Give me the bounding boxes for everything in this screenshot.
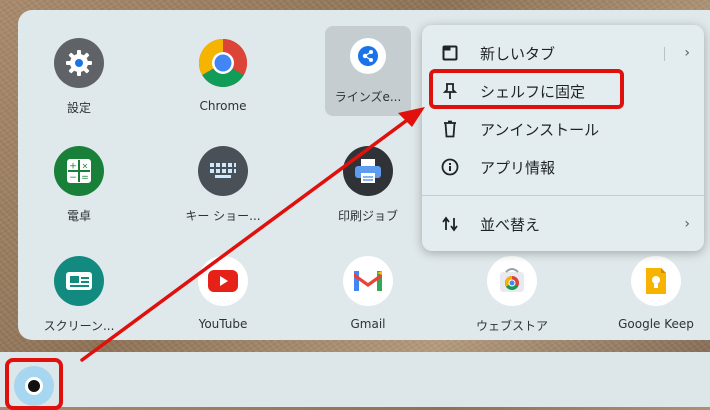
app-keyboard-shortcuts[interactable]: キー ショー... bbox=[163, 146, 283, 224]
menu-item-sort[interactable]: 並べ替え › bbox=[422, 206, 704, 242]
menu-item-app-info[interactable]: アプリ情報 bbox=[422, 149, 704, 185]
app-label: キー ショー... bbox=[185, 209, 261, 223]
submenu-divider bbox=[664, 47, 665, 61]
svg-text:−: − bbox=[69, 173, 77, 183]
app-screencast[interactable]: スクリーン... bbox=[19, 256, 139, 334]
app-chrome[interactable]: Chrome bbox=[163, 38, 283, 113]
app-label: Gmail bbox=[350, 317, 386, 331]
printer-icon bbox=[343, 146, 393, 196]
chevron-right-icon: › bbox=[684, 45, 690, 61]
screencast-icon bbox=[54, 256, 104, 306]
menu-divider bbox=[422, 195, 704, 196]
menu-item-label: アンインストール bbox=[480, 120, 600, 139]
share-molecule-icon bbox=[350, 38, 386, 74]
highlight-launcher-button bbox=[5, 358, 63, 410]
app-webstore[interactable]: ウェブストア bbox=[452, 256, 572, 334]
app-label: ラインズe... bbox=[334, 90, 402, 104]
chrome-icon bbox=[198, 38, 248, 88]
menu-item-uninstall[interactable]: アンインストール bbox=[422, 111, 704, 147]
webstore-icon bbox=[487, 256, 537, 306]
youtube-icon bbox=[198, 256, 248, 306]
svg-text:×: × bbox=[82, 162, 89, 171]
app-settings[interactable]: 設定 bbox=[19, 38, 139, 116]
app-gmail[interactable]: Gmail bbox=[308, 256, 428, 331]
chevron-right-icon: › bbox=[684, 216, 690, 232]
app-label: 設定 bbox=[66, 101, 91, 115]
sort-icon bbox=[440, 214, 460, 234]
app-print-jobs[interactable]: 印刷ジョブ bbox=[308, 146, 428, 224]
app-label: YouTube bbox=[198, 317, 248, 331]
svg-text:+: + bbox=[69, 162, 77, 172]
gear-icon bbox=[54, 38, 104, 88]
menu-item-label: 並べ替え bbox=[480, 215, 541, 234]
menu-item-label: アプリ情報 bbox=[480, 158, 556, 177]
app-youtube[interactable]: YouTube bbox=[163, 256, 283, 331]
context-menu: 新しいタブ › シェルフに固定 アンインストール アプリ情報 並べ替え › bbox=[422, 25, 704, 251]
app-label: スクリーン... bbox=[43, 319, 115, 333]
app-label: Chrome bbox=[199, 99, 247, 113]
new-tab-icon bbox=[440, 43, 460, 63]
app-calculator[interactable]: + × − = 電卓 bbox=[19, 146, 139, 224]
svg-text:=: = bbox=[81, 173, 89, 183]
menu-item-new-tab[interactable]: 新しいタブ › bbox=[422, 35, 704, 71]
gmail-icon bbox=[343, 256, 393, 306]
app-label: Google Keep bbox=[618, 317, 694, 331]
app-label: 電卓 bbox=[66, 209, 91, 223]
app-label: ウェブストア bbox=[475, 319, 548, 333]
keyboard-icon bbox=[198, 146, 248, 196]
info-icon bbox=[440, 157, 460, 177]
calculator-icon: + × − = bbox=[54, 146, 104, 196]
app-google-keep[interactable]: Google Keep bbox=[596, 256, 710, 331]
highlight-pin-menu-item bbox=[429, 69, 624, 109]
shelf bbox=[0, 352, 710, 407]
keep-icon bbox=[631, 256, 681, 306]
trash-icon bbox=[440, 119, 460, 139]
app-lens[interactable]: ラインズe... bbox=[325, 26, 411, 116]
menu-item-label: 新しいタブ bbox=[480, 44, 556, 63]
app-label: 印刷ジョブ bbox=[337, 209, 398, 223]
